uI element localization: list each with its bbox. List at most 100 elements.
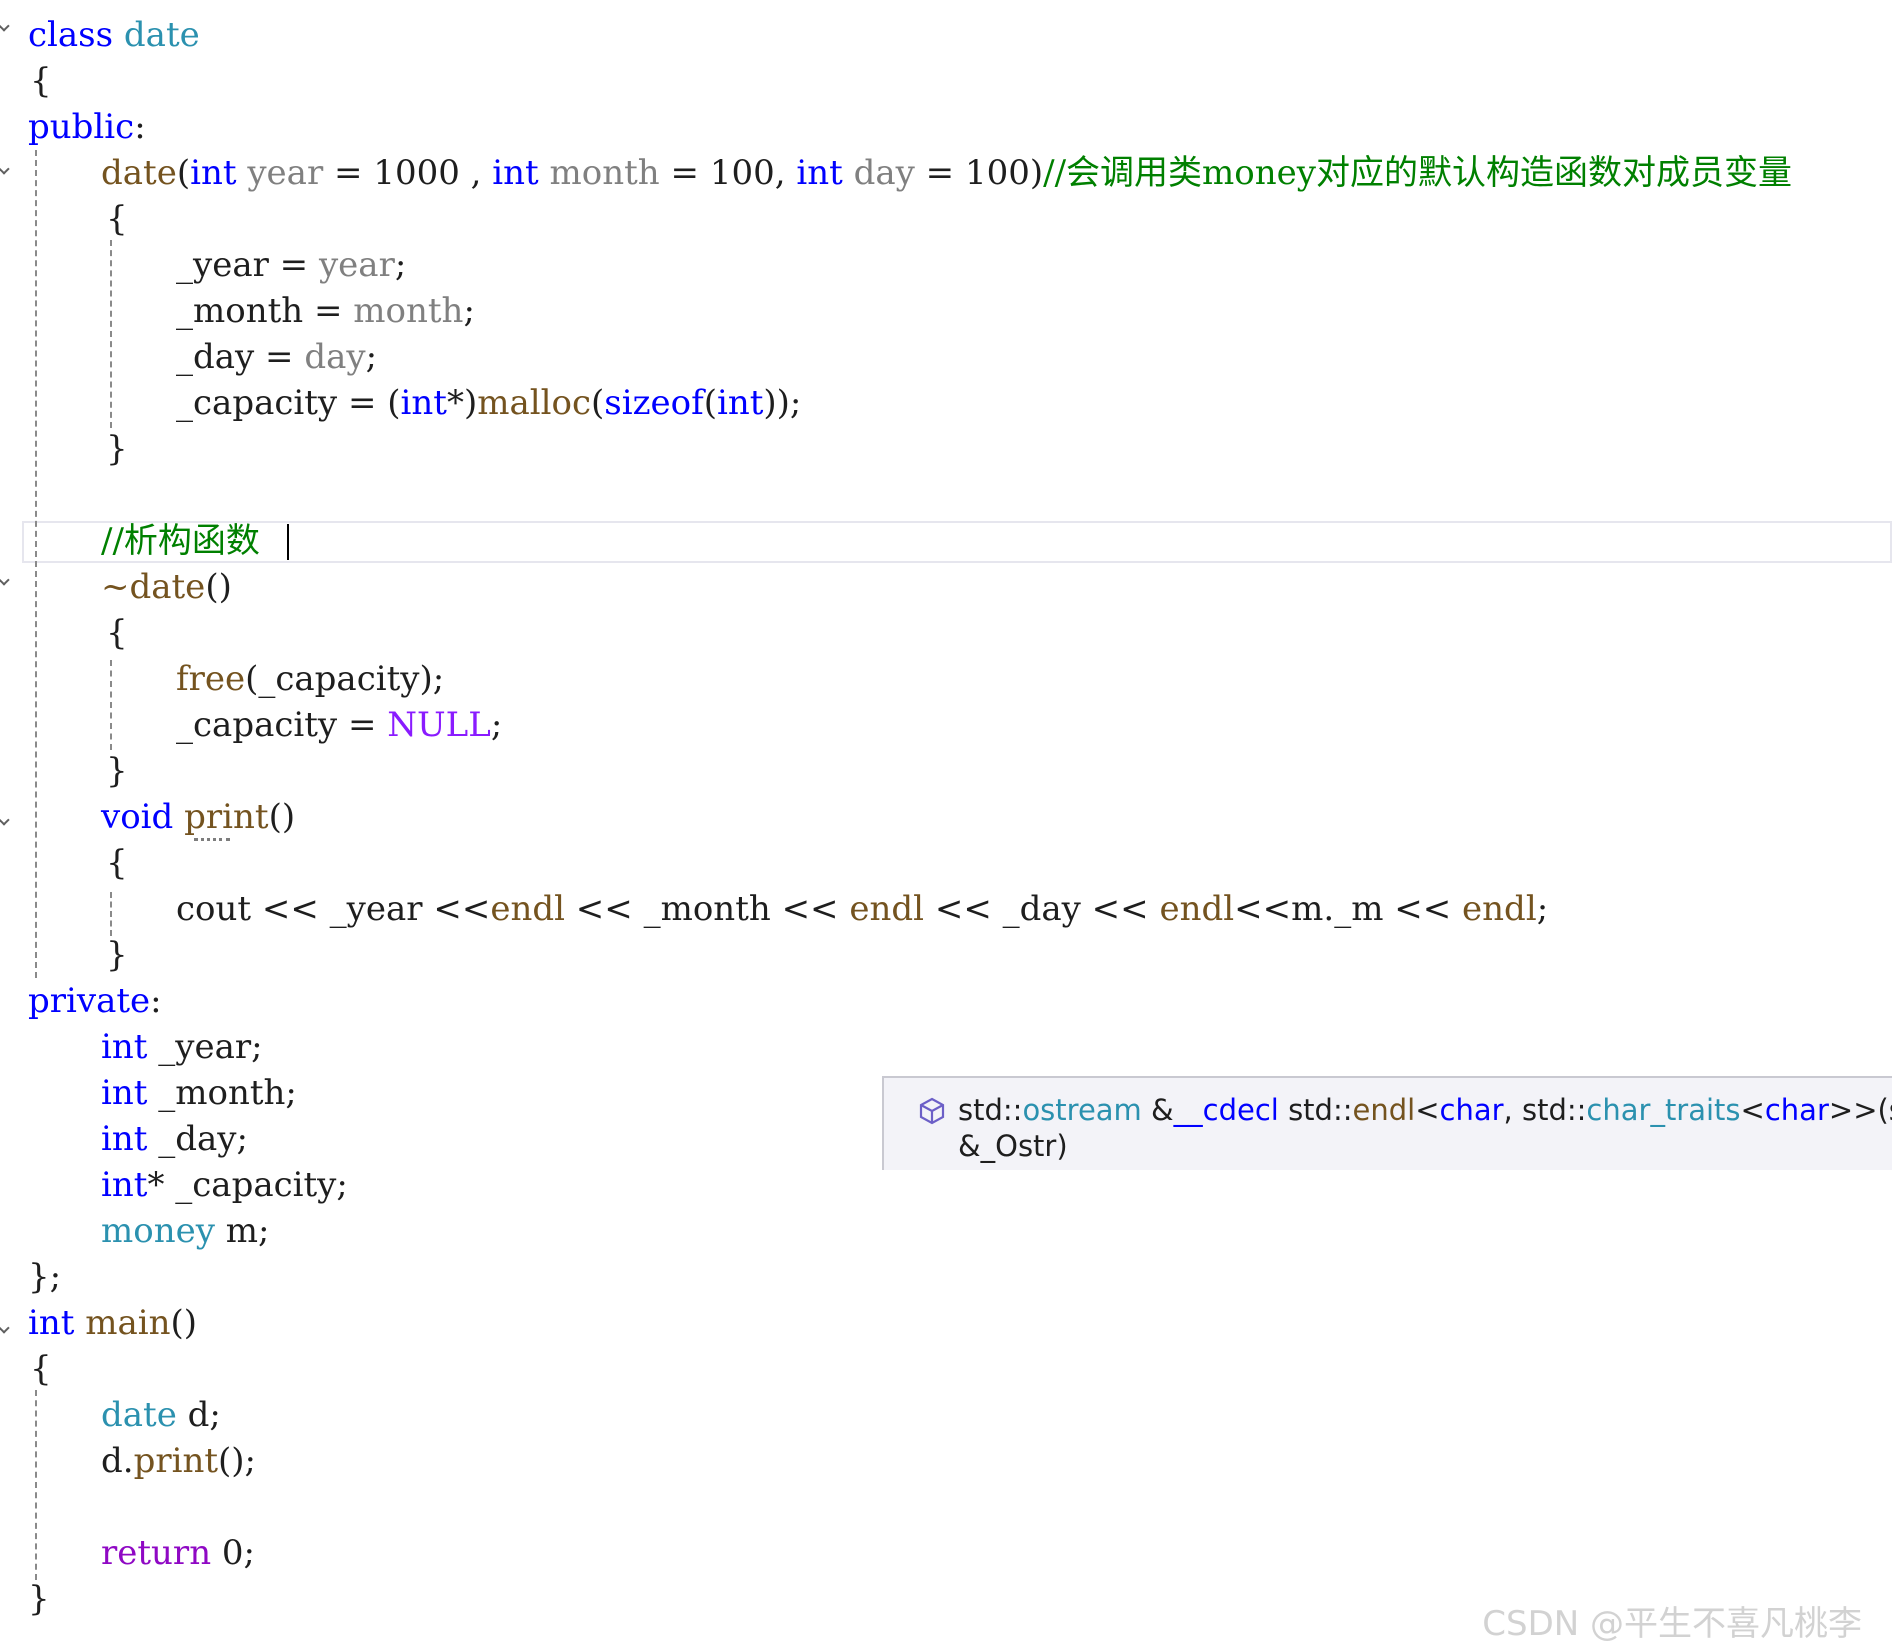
- fold-toggle-icon[interactable]: [0, 20, 10, 32]
- code-token: (): [170, 1303, 198, 1343]
- indent-guide: [110, 240, 112, 428]
- code-line[interactable]: //析构函数: [101, 518, 260, 564]
- code-token: {: [106, 843, 128, 883]
- code-token: =: [337, 705, 388, 745]
- code-line[interactable]: {: [106, 610, 128, 656]
- code-line[interactable]: _day = day;: [176, 334, 377, 380]
- code-token: {: [30, 1349, 52, 1389]
- code-token: //会调用类money对应的默认构造函数对成员变量: [1043, 153, 1792, 193]
- code-token: void: [101, 797, 174, 837]
- code-token: *: [446, 383, 464, 423]
- code-token: ;: [1536, 889, 1549, 929]
- code-token: _capacity: [175, 1165, 337, 1205]
- code-token: return: [101, 1533, 212, 1573]
- cube-icon: [919, 1097, 945, 1125]
- code-token: (: [245, 659, 259, 699]
- code-token: cout: [176, 889, 252, 929]
- code-token: _month: [643, 889, 771, 929]
- code-token: <<: [1383, 889, 1463, 929]
- code-token: sizeof: [604, 383, 704, 423]
- code-line[interactable]: int* _capacity;: [101, 1162, 348, 1208]
- code-line[interactable]: date d;: [101, 1392, 221, 1438]
- code-token: =: [659, 153, 710, 193]
- code-line[interactable]: int _year;: [101, 1024, 263, 1070]
- code-token: month: [353, 291, 464, 331]
- code-line[interactable]: class date: [28, 12, 200, 58]
- code-token: date: [101, 1395, 177, 1435]
- code-line[interactable]: {: [30, 58, 52, 104]
- code-token: <<: [565, 889, 644, 929]
- code-token: _year: [176, 245, 269, 285]
- code-token: {: [106, 613, 128, 653]
- code-token: ;: [463, 291, 475, 331]
- code-token: =: [337, 383, 388, 423]
- code-token: date: [123, 15, 200, 55]
- code-line[interactable]: free(_capacity);: [176, 656, 444, 702]
- fold-toggle-icon[interactable]: [0, 574, 10, 586]
- code-token: };: [28, 1257, 62, 1297]
- code-token: endl: [1462, 889, 1537, 929]
- code-line[interactable]: return 0;: [101, 1530, 255, 1576]
- code-token: private: [28, 981, 151, 1021]
- code-line[interactable]: money m;: [101, 1208, 269, 1254]
- code-token: int: [101, 1027, 148, 1067]
- code-token: {: [106, 199, 128, 239]
- fold-toggle-icon[interactable]: [0, 1322, 10, 1334]
- code-line[interactable]: private:: [28, 978, 162, 1024]
- code-line[interactable]: d.print();: [101, 1438, 256, 1484]
- code-line[interactable]: cout << _year <<endl << _month << endl <…: [176, 886, 1548, 932]
- code-token: int: [101, 1165, 148, 1205]
- code-line[interactable]: public:: [28, 104, 146, 150]
- code-token: ~date: [101, 567, 206, 607]
- code-token: main: [85, 1303, 171, 1343]
- code-token: _year: [158, 1027, 252, 1067]
- code-token: ;: [251, 1027, 263, 1067]
- code-line[interactable]: _year = year;: [176, 242, 406, 288]
- code-token: _capacity: [258, 659, 420, 699]
- code-line[interactable]: }: [106, 426, 128, 472]
- tooltip-token: std::: [958, 1093, 1023, 1127]
- code-line[interactable]: }: [106, 748, 128, 794]
- code-token: int: [28, 1303, 75, 1343]
- code-line[interactable]: }: [106, 932, 128, 978]
- code-token: _capacity: [176, 705, 338, 745]
- code-line[interactable]: date(int year = 1000 , int month = 100, …: [101, 150, 1792, 196]
- tooltip-token: char_traits: [1586, 1093, 1741, 1127]
- code-line[interactable]: {: [106, 840, 128, 886]
- code-line[interactable]: _month = month;: [176, 288, 475, 334]
- code-token: int: [492, 153, 539, 193]
- code-line[interactable]: {: [106, 196, 128, 242]
- code-line[interactable]: _capacity = (int*)malloc(sizeof(int));: [176, 380, 801, 426]
- code-token: }: [28, 1579, 50, 1619]
- tooltip-token: >>(std::: [1828, 1093, 1892, 1127]
- code-token: m: [225, 1211, 258, 1251]
- code-token: free: [176, 659, 246, 699]
- code-editor[interactable]: class date{public: date(int year = 1000 ,…: [0, 0, 1892, 1649]
- quickinfo-tooltip: std::ostream &__cdecl std::endl<char, st…: [882, 1076, 1892, 1170]
- code-line[interactable]: }: [28, 1576, 50, 1622]
- tooltip-signature-line1: std::ostream &__cdecl std::endl<char, st…: [958, 1092, 1892, 1128]
- code-token: int: [400, 383, 447, 423]
- indent-guide: [110, 892, 112, 936]
- code-line[interactable]: int _day;: [101, 1116, 248, 1162]
- code-line[interactable]: _capacity = NULL;: [176, 702, 502, 748]
- code-token: d: [101, 1441, 123, 1481]
- code-line[interactable]: int _month;: [101, 1070, 297, 1116]
- code-token: =: [254, 337, 305, 377]
- code-token: endl: [490, 889, 565, 929]
- code-token: 0: [221, 1533, 244, 1573]
- fold-toggle-icon[interactable]: [0, 163, 10, 175]
- code-token: ): [1029, 153, 1044, 193]
- code-token: year: [247, 153, 324, 193]
- code-line[interactable]: int main(): [28, 1300, 197, 1346]
- fold-toggle-icon[interactable]: [0, 814, 10, 826]
- tooltip-token: ostream: [1022, 1093, 1142, 1127]
- code-line[interactable]: };: [28, 1254, 61, 1300]
- code-line[interactable]: {: [30, 1346, 52, 1392]
- code-line[interactable]: ~date(): [101, 564, 232, 610]
